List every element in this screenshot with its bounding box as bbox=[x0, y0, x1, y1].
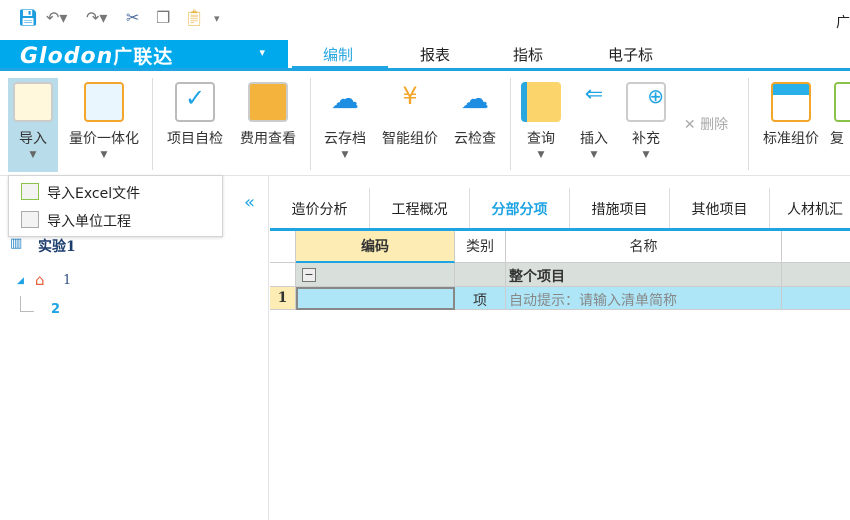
tab-divider bbox=[0, 68, 850, 71]
logo: Glodon bbox=[20, 44, 114, 69]
cost-view-button[interactable]: 费用查看 bbox=[234, 78, 302, 172]
tab-cost-analysis[interactable]: 造价分析 bbox=[270, 188, 370, 228]
cloud-save-button[interactable]: ☁ 云存档 ▼ bbox=[318, 78, 372, 172]
delete-icon: ✕ bbox=[683, 117, 701, 133]
quantity-price-icon bbox=[84, 82, 124, 122]
supplement-icon: ⊕ bbox=[626, 82, 666, 122]
query-button[interactable]: 查询 ▼ bbox=[516, 78, 566, 172]
copy-icon bbox=[834, 82, 850, 122]
type-cell[interactable]: 项 bbox=[455, 287, 506, 310]
col-header-name[interactable]: 名称 bbox=[506, 231, 782, 263]
insert-button[interactable]: ⇐ 插入 ▼ bbox=[570, 78, 618, 172]
home-icon: ⌂ bbox=[35, 271, 45, 289]
import-button[interactable]: 导入 ▼ bbox=[8, 78, 58, 172]
building-icon: ▥ bbox=[10, 236, 23, 251]
name-cell[interactable]: 自动提示：请输入清单简称 bbox=[506, 287, 782, 310]
cut-icon[interactable]: ✂ bbox=[126, 8, 139, 27]
excel-icon bbox=[21, 183, 39, 200]
tab-e-bid[interactable]: 电子标 bbox=[608, 44, 653, 65]
tab-reports[interactable]: 报表 bbox=[420, 44, 450, 65]
quantity-price-button[interactable]: 量价一体化 ▼ bbox=[62, 78, 146, 172]
cost-view-icon bbox=[248, 82, 288, 122]
smart-pricing-button[interactable]: ¥ 智能组价 bbox=[378, 78, 442, 172]
standard-pricing-icon bbox=[771, 82, 811, 122]
copy-icon[interactable]: ❐ bbox=[156, 8, 170, 27]
tree-root[interactable]: 实验1 bbox=[38, 236, 76, 256]
paste-icon[interactable]: 📋︎ bbox=[184, 8, 204, 27]
chevron-down-icon: ▾ bbox=[259, 46, 266, 59]
copy-group-button[interactable]: 复 bbox=[830, 78, 850, 172]
undo-icon[interactable]: ↶▾ bbox=[46, 8, 67, 27]
tab-labor-materials[interactable]: 人材机汇 bbox=[770, 188, 850, 228]
tab-measures[interactable]: 措施项目 bbox=[570, 188, 670, 228]
customize-icon[interactable]: ▾ bbox=[214, 12, 220, 25]
supplement-button[interactable]: ⊕ 补充 ▼ bbox=[622, 78, 670, 172]
tab-project-overview[interactable]: 工程概况 bbox=[370, 188, 470, 228]
collapse-toggle-icon[interactable]: − bbox=[302, 268, 316, 282]
query-icon bbox=[521, 82, 561, 122]
tab-other-items[interactable]: 其他项目 bbox=[670, 188, 770, 228]
group-row-code: − bbox=[296, 263, 455, 287]
menu-item-import-excel[interactable]: 导入Excel文件 bbox=[9, 178, 222, 206]
tab-sections[interactable]: 分部分项 bbox=[470, 188, 570, 228]
insert-icon: ⇐ bbox=[584, 82, 604, 107]
save-icon[interactable]: 💾︎ bbox=[18, 8, 38, 27]
collapse-panel-icon[interactable]: « bbox=[244, 192, 255, 213]
tab-indicators[interactable]: 指标 bbox=[513, 44, 543, 65]
tree-connector bbox=[20, 296, 34, 312]
self-check-button[interactable]: ✓ 项目自检 bbox=[160, 78, 230, 172]
window-title: 广 bbox=[836, 15, 850, 31]
smart-pricing-icon: ¥ bbox=[402, 82, 418, 110]
row-number[interactable]: 1 bbox=[270, 287, 296, 310]
document-import-icon bbox=[21, 211, 39, 228]
standard-pricing-button[interactable]: 标准组价 bbox=[756, 78, 826, 172]
active-tab-underline bbox=[292, 66, 388, 69]
tree-item-1[interactable]: 1 bbox=[63, 273, 71, 288]
import-dropdown-menu: 导入Excel文件 导入单位工程 bbox=[8, 175, 223, 237]
code-cell[interactable] bbox=[296, 287, 455, 310]
col-header-type[interactable]: 类别 bbox=[455, 231, 506, 263]
col-header-code[interactable]: 编码 bbox=[296, 231, 455, 263]
import-icon bbox=[13, 82, 53, 122]
brand-menu-button[interactable]: Glodon广联达 ▾ bbox=[0, 40, 288, 70]
expand-icon[interactable]: ◢ bbox=[17, 276, 24, 286]
ribbon: 导入 ▼ 量价一体化 ▼ ✓ 项目自检 费用查看 ☁ 云存档 ▼ ¥ 智能组价 ☁ 云检查 查… bbox=[0, 72, 850, 176]
redo-icon[interactable]: ↷▾ bbox=[86, 8, 107, 27]
tree-item-2[interactable]: 2 bbox=[51, 302, 60, 317]
cloud-save-icon: ☁ bbox=[331, 82, 359, 115]
self-check-icon: ✓ bbox=[175, 82, 215, 122]
quick-access-toolbar: 💾︎ ↶▾ ↷▾ ✂ ❐ 📋︎ ▾ 广 bbox=[0, 0, 850, 38]
cloud-check-button[interactable]: ☁ 云检查 bbox=[448, 78, 502, 172]
menu-item-import-unit-project[interactable]: 导入单位工程 bbox=[9, 206, 222, 234]
cloud-check-icon: ☁ bbox=[461, 82, 489, 115]
group-row-name[interactable]: 整个项目 bbox=[506, 263, 782, 287]
tab-edit[interactable]: 编制 bbox=[323, 44, 353, 65]
